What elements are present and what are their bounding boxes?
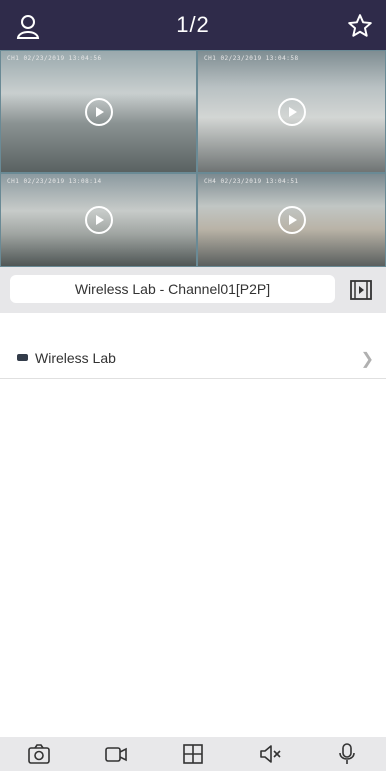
top-bar: 1/2 bbox=[0, 0, 386, 50]
channel-selector[interactable]: Wireless Lab - Channel01[P2P] bbox=[10, 275, 335, 303]
mic-icon[interactable] bbox=[333, 740, 361, 768]
camera-osd: CH4 02/23/2019 13:04:51 bbox=[204, 178, 299, 185]
camera-osd: CH1 02/23/2019 13:04:56 bbox=[7, 55, 102, 62]
list-item[interactable]: Wireless Lab ❯ bbox=[0, 340, 386, 379]
play-icon[interactable] bbox=[277, 97, 306, 126]
video-icon[interactable] bbox=[102, 740, 130, 768]
channel-selector-bar: Wireless Lab - Channel01[P2P] bbox=[0, 267, 386, 313]
camera-grid: CH1 02/23/2019 13:04:56 CH1 02/23/2019 1… bbox=[0, 50, 386, 267]
play-icon[interactable] bbox=[84, 206, 113, 234]
device-label: Wireless Lab bbox=[35, 350, 116, 366]
grid-icon[interactable] bbox=[179, 740, 207, 768]
play-icon[interactable] bbox=[84, 97, 113, 126]
camera-tile-1[interactable]: CH1 02/23/2019 13:04:56 bbox=[0, 50, 197, 173]
film-icon[interactable] bbox=[348, 277, 374, 303]
camera-osd: CH1 02/23/2019 13:04:58 bbox=[204, 55, 299, 62]
device-icon bbox=[17, 354, 28, 361]
star-icon[interactable] bbox=[346, 12, 374, 40]
play-icon[interactable] bbox=[277, 206, 306, 234]
chevron-right-icon: ❯ bbox=[360, 351, 374, 368]
camera-icon[interactable] bbox=[25, 740, 53, 768]
camera-osd: CH1 02/23/2019 13:08:14 bbox=[7, 178, 102, 185]
page-indicator: 1/2 bbox=[176, 12, 210, 37]
mute-icon[interactable] bbox=[256, 740, 284, 768]
camera-tile-2[interactable]: CH1 02/23/2019 13:04:58 bbox=[197, 50, 386, 173]
camera-tile-4[interactable]: CH4 02/23/2019 13:04:51 bbox=[197, 173, 386, 267]
camera-tile-3[interactable]: CH1 02/23/2019 13:08:14 bbox=[0, 173, 197, 267]
bottom-toolbar bbox=[0, 737, 386, 771]
